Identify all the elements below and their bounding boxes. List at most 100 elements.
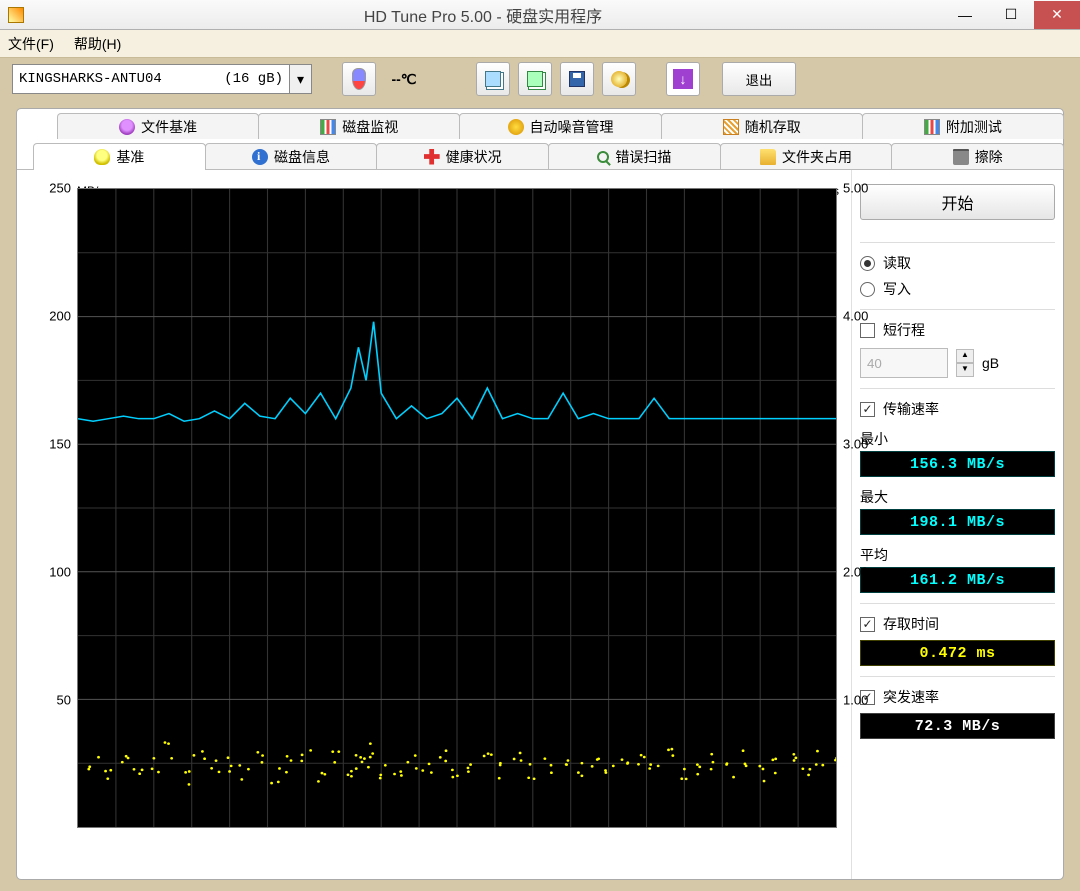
ytick: 250 [49, 181, 71, 196]
coins-icon [611, 71, 627, 87]
tab-label: 基准 [116, 147, 144, 167]
arrow-down-icon: ↓ [673, 69, 693, 89]
copy-text-button[interactable] [476, 62, 510, 96]
speaker-icon [508, 119, 524, 135]
ytick: 2.00 [843, 565, 868, 580]
ytick: 150 [49, 437, 71, 452]
window-title: HD Tune Pro 5.00 - 硬盘实用程序 [24, 3, 942, 27]
chevron-down-icon[interactable]: ▾ [289, 65, 311, 93]
tab-label: 随机存取 [745, 117, 801, 137]
radio-read[interactable]: 读取 [860, 253, 1055, 273]
max-value: 198.1 MB/s [860, 509, 1055, 535]
check-label: 突发速率 [883, 687, 939, 707]
trash-icon [953, 149, 969, 165]
ytick: 1.00 [843, 693, 868, 708]
copy-screenshot-button[interactable] [518, 62, 552, 96]
tab-label: 健康状况 [446, 147, 502, 167]
max-label: 最大 [860, 487, 1055, 507]
tab-content: MB/s ms 250 200 150 100 50 5.00 4.00 3.0… [17, 169, 1063, 879]
bulb-icon [94, 149, 110, 165]
tab-label: 擦除 [975, 147, 1003, 167]
chevron-up-icon: ▲ [956, 349, 974, 363]
titlebar: HD Tune Pro 5.00 - 硬盘实用程序 — ☐ ✕ [0, 0, 1080, 30]
menubar: 文件(F) 帮助(H) [0, 30, 1080, 58]
benchmark-chart [77, 188, 837, 828]
main-frame: 文件基准 磁盘监视 自动噪音管理 随机存取 附加测试 基准 磁盘信息 健康状况 … [16, 108, 1064, 880]
chart-area: MB/s ms 250 200 150 100 50 5.00 4.00 3.0… [17, 170, 851, 879]
y-ticks-left: 250 200 150 100 50 [35, 188, 75, 828]
tab-benchmark[interactable]: 基准 [33, 143, 206, 169]
tab-label: 附加测试 [946, 117, 1002, 137]
tab-row-top: 文件基准 磁盘监视 自动噪音管理 随机存取 附加测试 [17, 109, 1063, 139]
tab-row-bottom: 基准 磁盘信息 健康状况 错误扫描 文件夹占用 擦除 [17, 139, 1063, 169]
save-icon [569, 71, 585, 87]
y-ticks-right: 5.00 4.00 3.00 2.00 1.00 [839, 188, 881, 828]
copy-image-icon [527, 71, 543, 87]
temperature-readout: --℃ [384, 71, 424, 88]
dots-icon [723, 119, 739, 135]
close-button[interactable]: ✕ [1034, 1, 1080, 29]
drive-selector[interactable]: KINGSHARKS-ANTU04 (16 gB) ▾ [12, 64, 312, 94]
tab-label: 自动噪音管理 [530, 117, 614, 137]
drive-name: KINGSHARKS-ANTU04 [19, 71, 224, 87]
app-icon [8, 7, 24, 23]
tab-erase[interactable]: 擦除 [891, 143, 1064, 169]
chevron-down-icon: ▼ [956, 363, 974, 377]
chart-icon [320, 119, 336, 135]
avg-label: 平均 [860, 545, 1055, 565]
tab-random-access[interactable]: 随机存取 [661, 113, 863, 139]
access-value: 0.472 ms [860, 640, 1055, 666]
spinner: ▲▼ [956, 349, 974, 377]
check-label: 传输速率 [883, 399, 939, 419]
tab-folder-usage[interactable]: 文件夹占用 [720, 143, 893, 169]
tab-health[interactable]: 健康状况 [376, 143, 549, 169]
tab-label: 文件夹占用 [782, 147, 852, 167]
bulb-icon [119, 119, 135, 135]
chart-box: 250 200 150 100 50 5.00 4.00 3.00 2.00 1… [77, 188, 837, 828]
tab-label: 磁盘信息 [274, 147, 330, 167]
plus-icon [424, 149, 440, 165]
folder-icon [760, 149, 776, 165]
checkbox-access-time[interactable]: 存取时间 [860, 614, 1055, 634]
radio-write[interactable]: 写入 [860, 279, 1055, 299]
checkbox-transfer-rate[interactable]: 传输速率 [860, 399, 1055, 419]
maximize-button[interactable]: ☐ [988, 1, 1034, 29]
refresh-button[interactable]: ↓ [666, 62, 700, 96]
drive-size: (16 gB) [224, 71, 283, 87]
toolbar: KINGSHARKS-ANTU04 (16 gB) ▾ --℃ ↓ 退出 [0, 58, 1080, 100]
min-label: 最小 [860, 429, 1055, 449]
check-label: 短行程 [883, 320, 925, 340]
tab-info[interactable]: 磁盘信息 [205, 143, 378, 169]
side-panel: 开始 读取 写入 短行程 ▲▼ gB 传输速率 最小 156.3 MB/s 最大… [851, 170, 1063, 879]
tab-aam[interactable]: 自动噪音管理 [459, 113, 661, 139]
ytick: 4.00 [843, 309, 868, 324]
ytick: 100 [49, 565, 71, 580]
copy-icon [485, 71, 501, 87]
start-button[interactable]: 开始 [860, 184, 1055, 220]
exit-button[interactable]: 退出 [722, 62, 796, 96]
unit-label: gB [982, 355, 999, 371]
ytick: 3.00 [843, 437, 868, 452]
menu-help[interactable]: 帮助(H) [74, 34, 121, 54]
info-icon [252, 149, 268, 165]
temperature-button[interactable] [342, 62, 376, 96]
check-label: 存取时间 [883, 614, 939, 634]
tab-label: 错误扫描 [615, 147, 671, 167]
minimize-button[interactable]: — [942, 1, 988, 29]
options-button[interactable] [602, 62, 636, 96]
ytick: 50 [57, 693, 71, 708]
tab-label: 磁盘监视 [342, 117, 398, 137]
checkbox-short-stroke[interactable]: 短行程 [860, 320, 1055, 340]
checkbox-burst-rate[interactable]: 突发速率 [860, 687, 1055, 707]
menu-file[interactable]: 文件(F) [8, 34, 54, 54]
min-value: 156.3 MB/s [860, 451, 1055, 477]
radio-label: 读取 [883, 253, 911, 273]
save-button[interactable] [560, 62, 594, 96]
avg-value: 161.2 MB/s [860, 567, 1055, 593]
tab-disk-monitor[interactable]: 磁盘监视 [258, 113, 460, 139]
tab-file-benchmark[interactable]: 文件基准 [57, 113, 259, 139]
radio-label: 写入 [883, 279, 911, 299]
tab-error-scan[interactable]: 错误扫描 [548, 143, 721, 169]
ytick: 200 [49, 309, 71, 324]
tab-extra-tests[interactable]: 附加测试 [862, 113, 1064, 139]
